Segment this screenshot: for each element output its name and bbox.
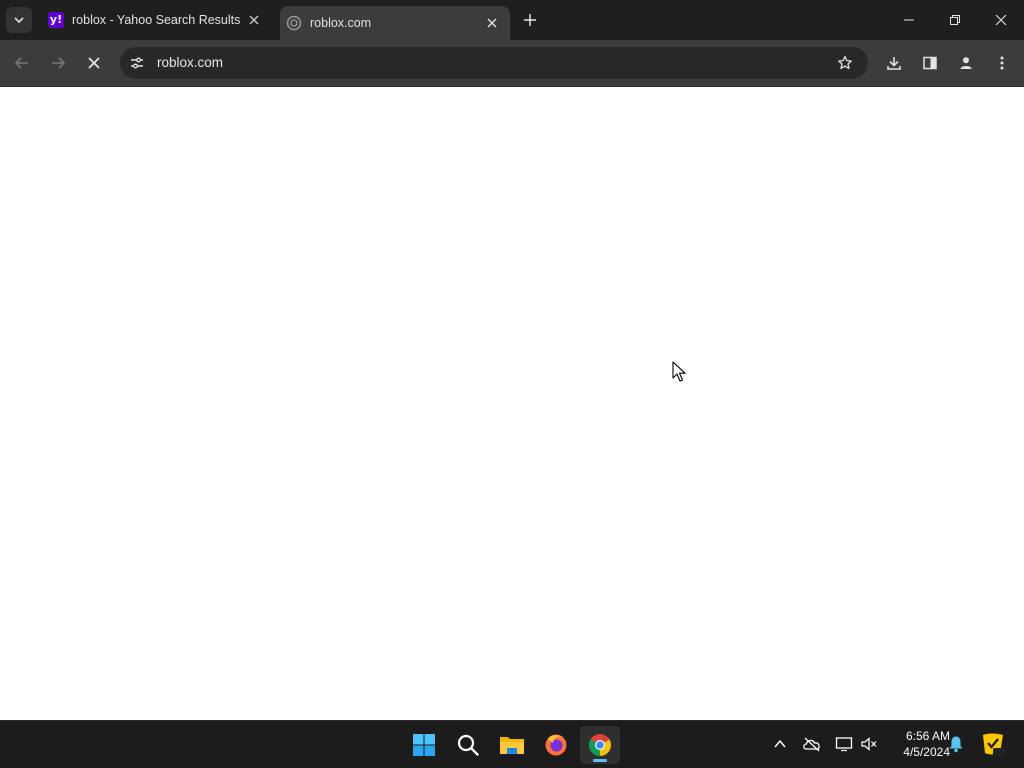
- forward-button[interactable]: [44, 49, 72, 77]
- norton-icon: [983, 733, 1005, 756]
- stop-loading-icon: [88, 57, 100, 69]
- notifications-button[interactable]: [945, 733, 967, 755]
- bookmark-star-icon[interactable]: [836, 54, 854, 72]
- restore-icon: [950, 15, 960, 25]
- network-button[interactable]: [833, 733, 855, 755]
- close-icon: [995, 14, 1007, 26]
- profile-icon: [960, 57, 972, 69]
- network-icon: [835, 737, 853, 752]
- download-icon: [887, 57, 901, 70]
- norton-tray-button[interactable]: [980, 731, 1006, 757]
- tab-close-button[interactable]: [246, 12, 262, 28]
- downloads-button[interactable]: [880, 49, 908, 77]
- profile-button[interactable]: [952, 49, 980, 77]
- tab-yahoo-search[interactable]: y! roblox - Yahoo Search Results: [40, 0, 272, 40]
- onedrive-button[interactable]: [801, 733, 823, 755]
- back-arrow-icon: [14, 57, 28, 69]
- taskbar-search-button[interactable]: [448, 726, 488, 764]
- tab-strip: y! roblox - Yahoo Search Results roblox.…: [0, 0, 1024, 40]
- new-tab-button[interactable]: [520, 10, 540, 30]
- close-icon: [487, 18, 497, 28]
- tab-close-button[interactable]: [484, 15, 500, 31]
- side-panel-icon: [923, 56, 937, 70]
- show-hidden-icons-button[interactable]: [769, 733, 791, 755]
- close-window-button[interactable]: [978, 0, 1024, 40]
- windows-start-icon: [413, 734, 435, 756]
- tab-roblox[interactable]: roblox.com: [280, 6, 510, 40]
- browser-toolbar: roblox.com: [0, 40, 1024, 87]
- clock-time: 6:56 AM: [905, 729, 950, 743]
- firefox-button[interactable]: [536, 726, 576, 764]
- volume-muted-icon: [861, 737, 877, 751]
- start-button[interactable]: [404, 726, 444, 764]
- file-explorer-button[interactable]: [492, 726, 532, 764]
- chrome-taskbar-button[interactable]: [580, 726, 620, 764]
- loading-globe-icon: [286, 15, 302, 31]
- minimize-button[interactable]: [886, 0, 932, 40]
- chevron-down-icon: [14, 17, 24, 24]
- back-button[interactable]: [8, 49, 36, 77]
- notification-bell-icon: [949, 736, 963, 753]
- search-icon: [457, 734, 479, 756]
- close-icon: [249, 15, 259, 25]
- chrome-menu-button[interactable]: [988, 49, 1016, 77]
- taskbar: 6:56 AM 4/5/2024: [0, 720, 1024, 768]
- onedrive-offline-icon: [803, 737, 820, 752]
- stop-loading-button[interactable]: [80, 49, 108, 77]
- menu-kebab-icon: [1000, 56, 1004, 70]
- plus-icon: [524, 14, 536, 26]
- forward-arrow-icon: [52, 57, 66, 69]
- yahoo-favicon: y!: [48, 12, 64, 28]
- mouse-cursor-icon: [672, 361, 686, 382]
- address-bar-url[interactable]: roblox.com: [157, 47, 223, 79]
- file-explorer-icon: [500, 737, 524, 754]
- page-content[interactable]: [0, 87, 1024, 720]
- minimize-icon: [904, 19, 914, 21]
- tab-title: roblox.com: [310, 16, 372, 30]
- volume-button[interactable]: [858, 733, 880, 755]
- active-app-indicator: [593, 759, 607, 762]
- chrome-icon: [589, 734, 611, 756]
- address-bar[interactable]: roblox.com: [120, 47, 868, 79]
- chevron-up-icon: [774, 739, 786, 748]
- firefox-icon: [545, 734, 567, 756]
- clock-date: 4/5/2024: [903, 745, 950, 759]
- tab-title: roblox - Yahoo Search Results: [72, 13, 241, 27]
- restore-button[interactable]: [932, 0, 978, 40]
- taskbar-clock[interactable]: 6:56 AM 4/5/2024: [884, 728, 950, 760]
- tab-search-button[interactable]: [6, 7, 32, 33]
- side-panel-button[interactable]: [916, 49, 944, 77]
- site-info-icon[interactable]: [128, 54, 146, 72]
